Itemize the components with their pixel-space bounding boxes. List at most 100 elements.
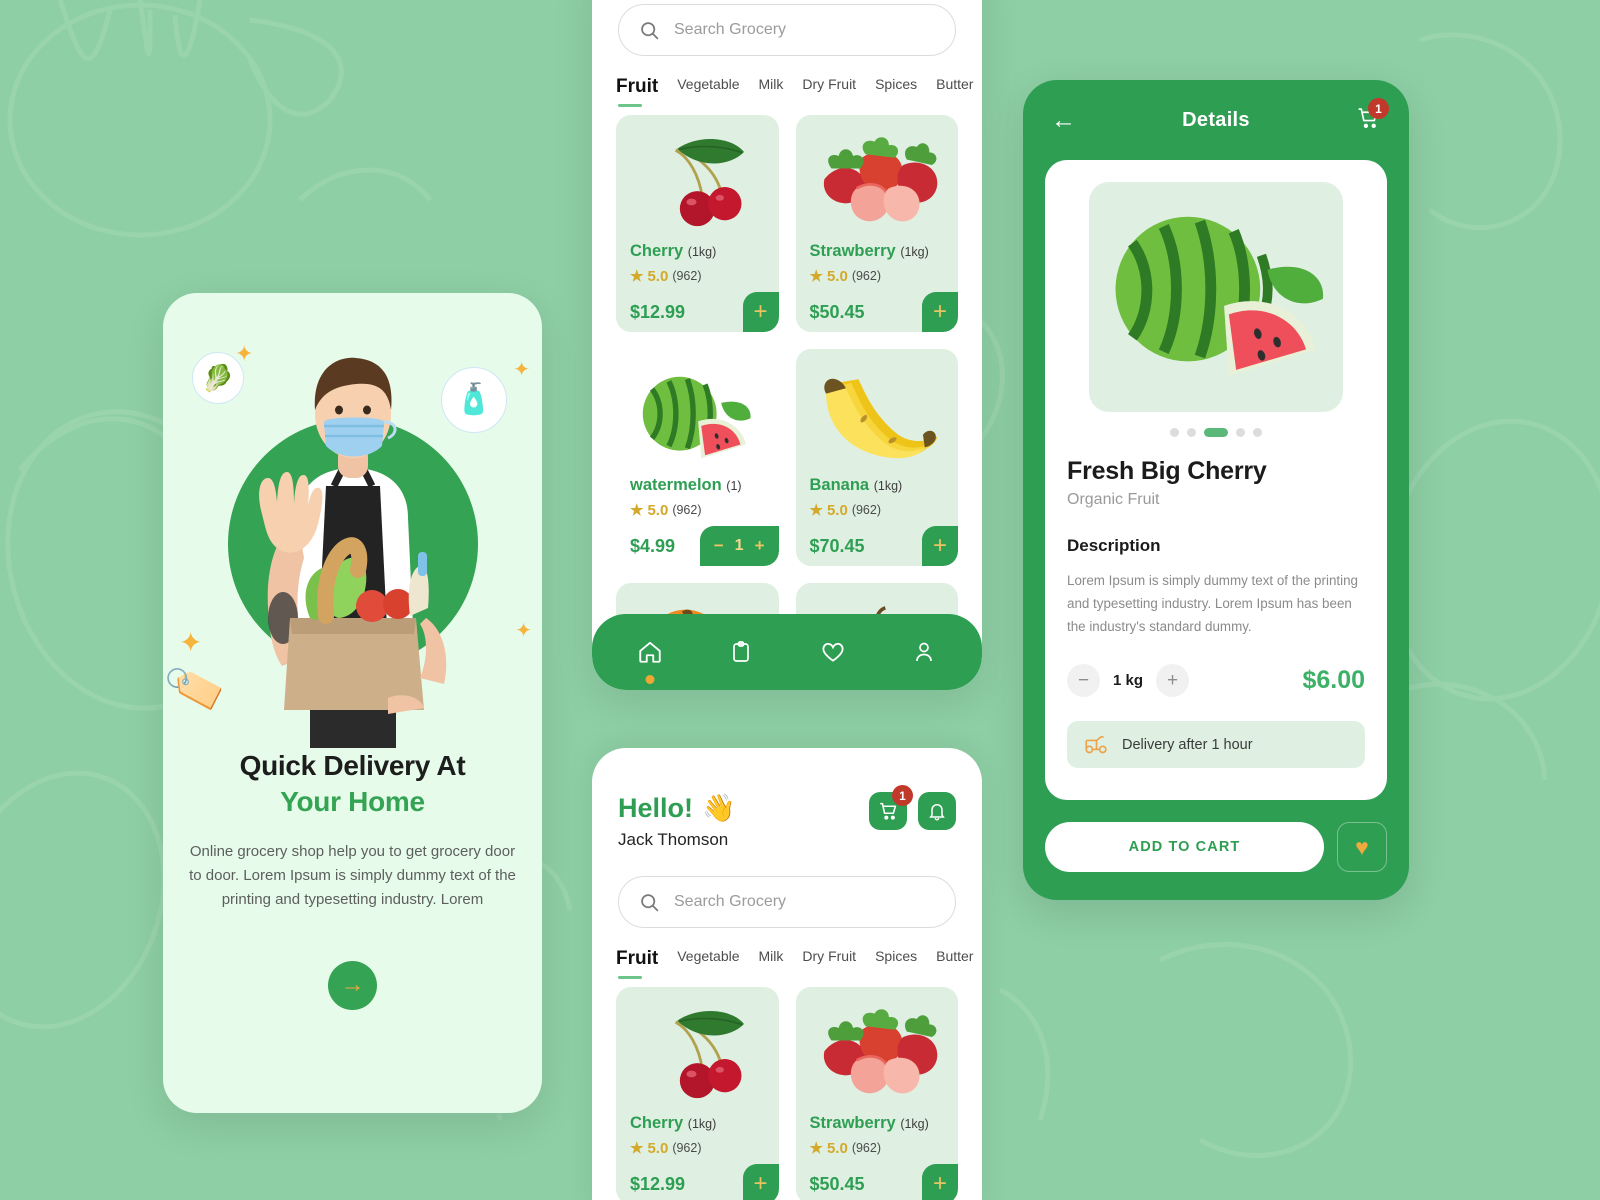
category-tab-dry-fruit[interactable]: Dry Fruit bbox=[802, 948, 856, 964]
category-tab-spices[interactable]: Spices bbox=[875, 948, 917, 964]
delivery-text: Delivery after 1 hour bbox=[1122, 736, 1253, 753]
wishlist-tab[interactable] bbox=[810, 629, 856, 675]
carousel-dot[interactable] bbox=[1204, 428, 1228, 437]
product-card[interactable]: Cherry (1kg) ★ 5.0 (962) $12.99 + bbox=[616, 115, 779, 332]
home-tab[interactable] bbox=[627, 629, 673, 684]
clipboard-icon bbox=[733, 641, 750, 662]
home-category-tabs: Fruit Vegetable Milk Dry Fruit Spices Butter bbox=[592, 928, 982, 979]
category-tab-fruit[interactable]: Fruit bbox=[616, 76, 658, 107]
product-rating: ★ 5.0 (962) bbox=[810, 267, 945, 286]
product-card[interactable]: Strawberry (1kg) ★ 5.0 (962) $50.45 + bbox=[795, 987, 958, 1200]
carousel-dot[interactable] bbox=[1236, 428, 1245, 437]
greeting: Hello! 👋 bbox=[618, 792, 736, 824]
onboarding-copy: Quick Delivery At Your Home Online groce… bbox=[163, 748, 542, 1010]
product-title: Banana bbox=[809, 476, 870, 494]
product-unit: (1kg) bbox=[900, 1117, 929, 1131]
product-title: Cherry bbox=[630, 242, 684, 260]
product-card[interactable]: watermelon (1) ★ 5.0 (962) $4.99 −1 + bbox=[616, 349, 779, 566]
category-tab-fruit[interactable]: Fruit bbox=[616, 948, 658, 979]
home-search-wrap: Search Grocery bbox=[592, 876, 982, 928]
description-text: Lorem Ipsum is simply dummy text of the … bbox=[1067, 573, 1358, 635]
cherry-image bbox=[630, 1001, 765, 1106]
next-button[interactable]: → bbox=[328, 960, 377, 1010]
review-count: (962) bbox=[851, 503, 881, 517]
product-name: Strawberry (1kg) bbox=[810, 1114, 945, 1133]
category-tab-butter[interactable]: Butter bbox=[936, 948, 973, 964]
product-price: $12.99 bbox=[630, 1173, 686, 1194]
category-tab-vegetable[interactable]: Vegetable bbox=[677, 948, 739, 964]
category-tab-butter[interactable]: Butter bbox=[936, 76, 973, 92]
quantity-stepper: − 1 kg + bbox=[1067, 664, 1190, 698]
add-to-cart-button[interactable]: + bbox=[922, 526, 958, 566]
star-icon: ★ bbox=[630, 502, 644, 519]
cart-badge: 1 bbox=[892, 785, 913, 806]
onboarding-hero: ✦ ✦ ✦ ✦ 🥬 🧴 🏷️ bbox=[163, 293, 542, 748]
add-to-cart-button[interactable]: + bbox=[922, 292, 958, 332]
category-tab-dry-fruit[interactable]: Dry Fruit bbox=[802, 76, 856, 92]
product-footer: $12.99 + bbox=[630, 1164, 779, 1200]
category-tab-milk[interactable]: Milk bbox=[759, 948, 784, 964]
bottom-tab-bar bbox=[592, 614, 982, 690]
home-screen: Hello! 👋 Jack Thomson 1 Search Grocery F… bbox=[592, 748, 982, 1200]
image-carousel-dots[interactable] bbox=[1067, 428, 1365, 437]
onboarding-description: Online grocery shop help you to get groc… bbox=[189, 842, 516, 909]
onboarding-title: Quick Delivery At Your Home bbox=[189, 748, 516, 820]
search-bar[interactable]: Search Grocery bbox=[618, 4, 956, 56]
product-card[interactable]: Cherry (1kg) ★ 5.0 (962) $12.99 + bbox=[616, 987, 779, 1200]
product-rating: ★ 5.0 (962) bbox=[810, 1139, 945, 1158]
carousel-dot[interactable] bbox=[1253, 428, 1262, 437]
product-title: Cherry bbox=[630, 1114, 684, 1132]
product-card[interactable]: Banana (1kg) ★ 5.0 (962) $70.45 + bbox=[795, 349, 958, 566]
description-heading: Description bbox=[1067, 536, 1161, 555]
increase-quantity-button[interactable]: + bbox=[755, 536, 765, 556]
rating-value: 5.0 bbox=[826, 501, 848, 519]
product-image bbox=[1089, 182, 1343, 412]
decrease-quantity-button[interactable]: − bbox=[1067, 664, 1100, 698]
home-search-placeholder: Search Grocery bbox=[674, 893, 787, 910]
product-price: $50.45 bbox=[809, 1173, 865, 1194]
details-sheet: Fresh Big Cherry Organic Fruit Descripti… bbox=[1045, 160, 1387, 800]
category-tab-spices[interactable]: Spices bbox=[875, 76, 917, 92]
notifications-button[interactable] bbox=[918, 792, 956, 830]
delivery-info: Delivery after 1 hour bbox=[1067, 721, 1365, 769]
review-count: (962) bbox=[672, 1141, 702, 1155]
product-footer: $50.45 + bbox=[809, 1164, 958, 1200]
delivery-person-illustration bbox=[238, 318, 468, 748]
home-search-bar[interactable]: Search Grocery bbox=[618, 876, 956, 928]
quantity-stepper[interactable]: −1 + bbox=[699, 526, 779, 566]
carousel-dot[interactable] bbox=[1187, 428, 1196, 437]
product-card[interactable]: Strawberry (1kg) ★ 5.0 (962) $50.45 + bbox=[795, 115, 958, 332]
increase-quantity-button[interactable]: + bbox=[1156, 664, 1190, 698]
scooter-icon bbox=[1085, 736, 1107, 754]
details-title: Details bbox=[1182, 108, 1250, 131]
decrease-quantity-button[interactable]: − bbox=[714, 536, 724, 556]
home-icon bbox=[639, 641, 661, 663]
add-to-cart-button[interactable]: + bbox=[742, 1164, 779, 1200]
product-subtitle: Organic Fruit bbox=[1067, 491, 1160, 508]
product-price: $70.45 bbox=[809, 535, 865, 556]
product-footer: $50.45 + bbox=[810, 292, 958, 332]
header-actions: 1 bbox=[869, 785, 956, 830]
profile-tab[interactable] bbox=[901, 629, 947, 675]
greeting-text: Hello! bbox=[618, 792, 694, 823]
category-tab-milk[interactable]: Milk bbox=[759, 76, 784, 92]
product-name: Cherry (1kg) bbox=[630, 1114, 765, 1133]
add-to-cart-button[interactable]: + bbox=[742, 292, 779, 332]
orders-tab[interactable] bbox=[718, 629, 764, 675]
heart-icon bbox=[822, 642, 844, 662]
add-to-cart-button[interactable]: ADD TO CART bbox=[1045, 822, 1324, 872]
product-name: Strawberry (1kg) bbox=[810, 242, 945, 261]
carousel-dot[interactable] bbox=[1170, 428, 1179, 437]
review-count: (962) bbox=[672, 503, 702, 517]
category-tab-vegetable[interactable]: Vegetable bbox=[677, 76, 739, 92]
sparkle-icon: ✦ bbox=[513, 359, 530, 381]
active-tab-dot bbox=[645, 675, 655, 684]
add-to-cart-button[interactable]: + bbox=[922, 1164, 958, 1200]
home-header: Hello! 👋 Jack Thomson 1 bbox=[592, 748, 982, 850]
price-tag-icon: 🏷️ bbox=[163, 654, 231, 722]
category-tabs: Fruit Vegetable Milk Dry Fruit Spices Butter bbox=[592, 56, 982, 107]
back-button[interactable]: ← bbox=[1051, 107, 1076, 133]
favorite-button[interactable]: ♥ bbox=[1337, 822, 1387, 872]
details-cart-button[interactable]: 1 bbox=[1356, 98, 1389, 134]
cart-button[interactable]: 1 bbox=[869, 785, 913, 830]
